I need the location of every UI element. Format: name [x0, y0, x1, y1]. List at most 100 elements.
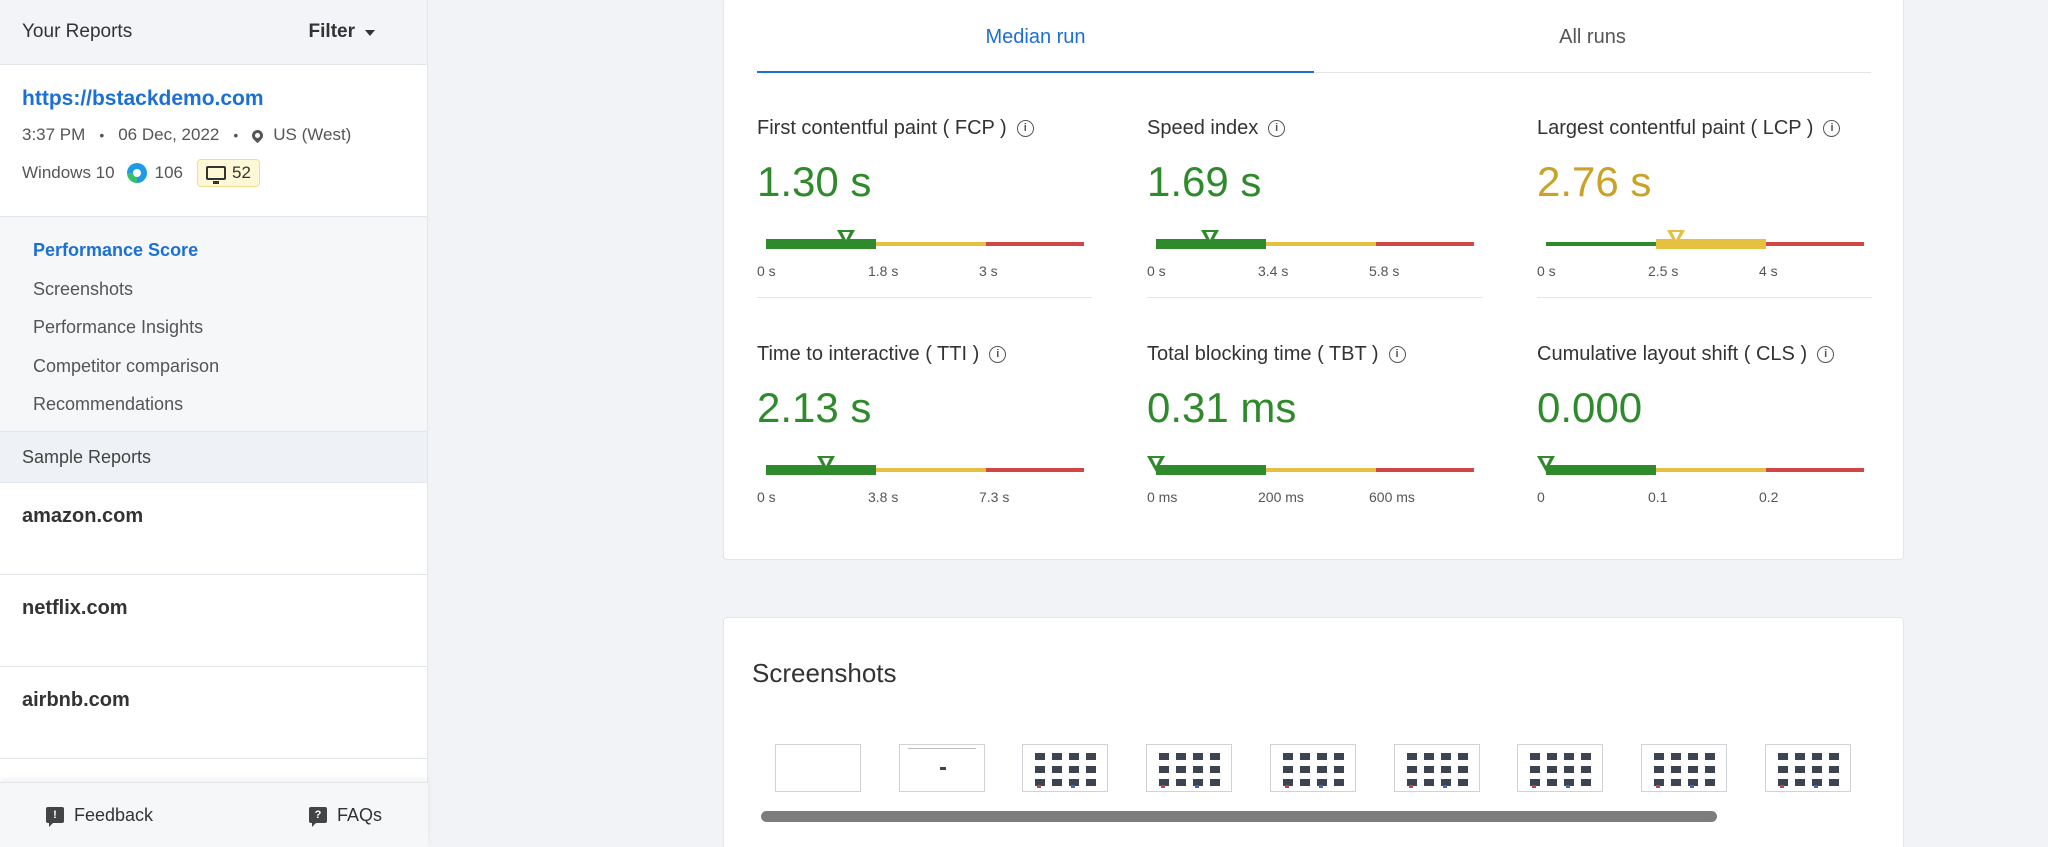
- nav-recommendations[interactable]: Recommendations: [0, 385, 427, 424]
- gauge-segment-poor: [1766, 242, 1864, 246]
- info-icon[interactable]: i: [1817, 346, 1835, 363]
- info-icon[interactable]: i: [1388, 346, 1406, 363]
- thumb-product-tile: [1547, 766, 1558, 773]
- screenshot-thumbnail[interactable]: [1393, 744, 1480, 792]
- tab-all-runs[interactable]: All runs: [1314, 0, 1871, 72]
- thumb-product-tile: [1193, 753, 1204, 760]
- location-pin-icon: [249, 127, 266, 143]
- thumb-product-tile: [1423, 779, 1434, 786]
- thumb-product-tile: [1316, 766, 1327, 773]
- metric-label-text: Total blocking time ( TBT ): [1147, 343, 1379, 365]
- screenshots-heading: Screenshots: [752, 658, 897, 688]
- filter-dropdown[interactable]: Filter: [309, 21, 375, 43]
- thumb-product-tile: [1811, 753, 1822, 760]
- metric-label: Largest contentful paint ( LCP ) i: [1537, 117, 1872, 140]
- sample-reports-heading: Sample Reports: [0, 432, 427, 483]
- thumb-product-tile: [1069, 753, 1080, 760]
- gauge-marker-icon: [1667, 230, 1686, 246]
- thumb-product-tile: [1704, 753, 1715, 760]
- screenshots-card: Screenshots: [723, 617, 1904, 847]
- edge-browser-icon: [126, 163, 147, 183]
- feedback-icon: !: [46, 807, 64, 827]
- sidebar-header: Your Reports Filter: [0, 0, 427, 65]
- metric-value: 0.000: [1537, 384, 1643, 431]
- thumb-product-tile: [1581, 753, 1592, 760]
- thumb-product-tile: [1457, 766, 1468, 773]
- thumb-product-tile: [1052, 779, 1063, 786]
- screenshot-thumbnail[interactable]: [775, 744, 861, 792]
- thumb-product-tile: [1035, 753, 1046, 760]
- nav-performance-insights[interactable]: Performance Insights: [0, 308, 427, 347]
- thumb-product-tile: [1457, 779, 1468, 786]
- filmstrip-scrollbar[interactable]: [761, 811, 1717, 822]
- gauge-bar: [1546, 239, 1864, 249]
- feedback-button[interactable]: ! Feedback: [46, 804, 154, 827]
- gauge-segment-poor: [1376, 242, 1474, 246]
- browser-version: 106: [154, 163, 183, 182]
- sidebar-footer: ! Feedback ? FAQs: [0, 782, 428, 847]
- metric-label-text: Largest contentful paint ( LCP ): [1537, 117, 1814, 139]
- screenshot-thumbnail[interactable]: [1517, 744, 1604, 792]
- thumb-product-tile: [1704, 766, 1715, 773]
- metric-value: 2.13 s: [757, 384, 872, 431]
- report-url-link[interactable]: https://bstackdemo.com: [22, 87, 405, 111]
- screenshot-thumbnail[interactable]: [1022, 744, 1109, 792]
- thumb-product-tile: [1299, 779, 1310, 786]
- thumb-content: [939, 767, 946, 770]
- thumb-product-tile: [1581, 766, 1592, 773]
- sample-report-amazon[interactable]: amazon.com: [0, 483, 427, 575]
- thumb-accent: [1161, 785, 1166, 788]
- gauge-marker-icon: [1201, 230, 1220, 246]
- gauge-bar: [1546, 465, 1864, 475]
- metric-gauge: 0 s 2.5 s 4 s: [1537, 230, 1872, 279]
- gauge-marker-icon: [836, 230, 855, 246]
- screenshot-thumbnail[interactable]: [1146, 744, 1233, 792]
- thumb-product-tile: [1210, 766, 1221, 773]
- thumb-product-tile: [1530, 753, 1541, 760]
- report-time: 3:37 PM: [22, 125, 86, 144]
- sidebar-title: Your Reports: [22, 21, 133, 42]
- thumb-product-tile: [1316, 753, 1327, 760]
- thumb-accent: [1779, 785, 1784, 788]
- info-icon[interactable]: i: [1823, 120, 1841, 137]
- metric-label: Cumulative layout shift ( CLS ) i: [1537, 343, 1872, 366]
- thumb-product-tile: [1210, 779, 1221, 786]
- screenshot-thumbnail[interactable]: [1269, 744, 1356, 792]
- gauge-segment-poor: [986, 468, 1084, 472]
- nav-competitor-comparison[interactable]: Competitor comparison: [0, 347, 427, 386]
- thumb-accent: [1071, 785, 1076, 788]
- gauge-segment-poor: [1766, 468, 1864, 472]
- thumb-product-tile: [1794, 779, 1805, 786]
- sample-report-airbnb[interactable]: airbnb.com: [0, 667, 427, 759]
- gauge-segment-good: [766, 239, 876, 249]
- thumb-product-tile: [1777, 753, 1788, 760]
- gauge-tick-label: 1.8 s: [868, 263, 899, 279]
- thumb-accent: [1655, 785, 1660, 788]
- gauge-tick-label: 200 ms: [1258, 489, 1304, 505]
- separator-dot: •: [99, 127, 105, 143]
- thumb-product-tile: [1547, 753, 1558, 760]
- thumb-product-tile: [1653, 753, 1664, 760]
- metric-cls: Cumulative layout shift ( CLS ) i 0.000 0 0.…: [1537, 343, 1872, 505]
- nav-screenshots[interactable]: Screenshots: [0, 270, 427, 309]
- gauge-tick-label: 0 ms: [1147, 489, 1178, 505]
- faqs-button[interactable]: ? FAQs: [308, 805, 382, 827]
- tab-median-run[interactable]: Median run: [757, 0, 1314, 73]
- divider: [1537, 297, 1872, 298]
- screenshot-thumbnail[interactable]: [898, 744, 985, 792]
- sample-report-netflix[interactable]: netflix.com: [0, 575, 427, 667]
- gauge-marker-icon: [817, 456, 836, 472]
- thumb-product-tile: [1159, 753, 1170, 760]
- thumb-product-tile: [1794, 753, 1805, 760]
- screenshot-thumbnail[interactable]: [1640, 744, 1727, 792]
- gauge-segment-average: [1656, 468, 1766, 472]
- info-icon[interactable]: i: [1016, 120, 1034, 137]
- metric-gauge: 0 0.1 0.2: [1537, 456, 1872, 505]
- thumb-product-tile: [1210, 753, 1221, 760]
- info-icon[interactable]: i: [1268, 120, 1286, 137]
- thumb-accent: [1408, 785, 1413, 788]
- feedback-label: Feedback: [74, 804, 154, 825]
- screenshot-thumbnail[interactable]: [1764, 744, 1851, 792]
- info-icon[interactable]: i: [989, 346, 1007, 363]
- nav-performance-score[interactable]: Performance Score: [0, 231, 427, 270]
